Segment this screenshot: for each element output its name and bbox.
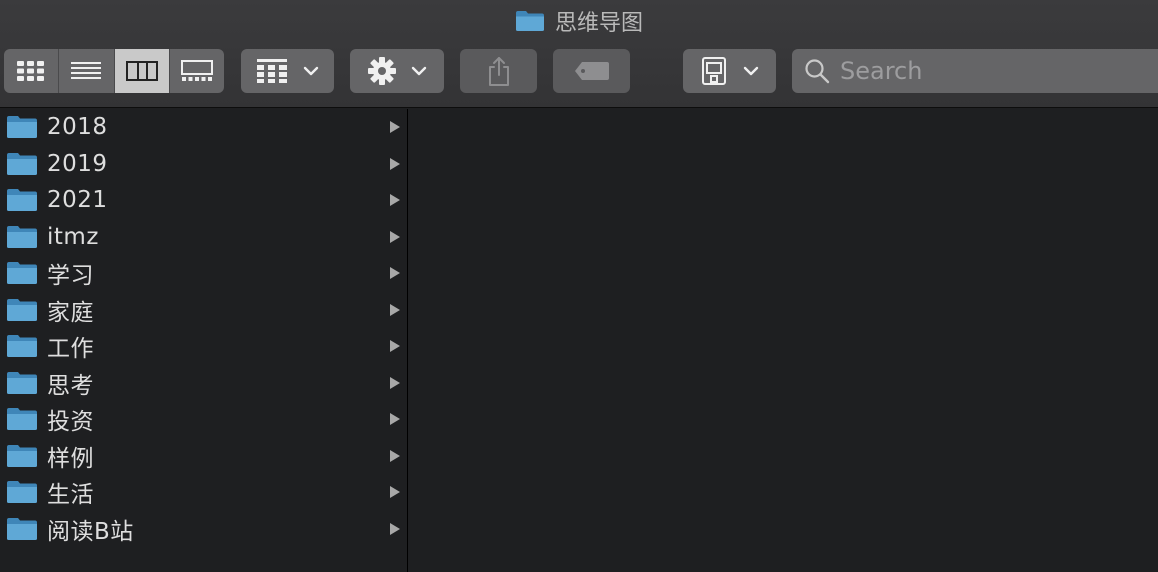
folder-row[interactable]: itmz xyxy=(0,219,407,256)
search-field[interactable] xyxy=(792,49,1158,93)
disclosure-arrow-icon xyxy=(390,340,400,353)
tag-icon xyxy=(574,62,609,80)
disclosure-arrow-icon xyxy=(390,230,400,243)
action-button[interactable] xyxy=(350,49,444,93)
folder-icon xyxy=(7,152,37,175)
folder-icon xyxy=(7,225,37,248)
folder-icon xyxy=(7,371,37,394)
folder-row[interactable]: 生活 xyxy=(0,474,407,511)
column-browser: 2018 2019 2021 itmz 学习家庭工作思考投资样例生活阅读B站 xyxy=(0,109,1158,572)
disclosure-arrow-icon xyxy=(390,413,400,426)
folder-name: 思考 xyxy=(47,372,94,399)
chevron-down-icon xyxy=(411,66,427,76)
folder-row[interactable]: 2021 xyxy=(0,182,407,219)
finder-window: 思维导图 Search 2018 2019 2021 itmz 学习 家庭 工作… xyxy=(0,0,1158,572)
folder-icon xyxy=(7,335,37,358)
folder-icon xyxy=(7,298,37,321)
share-icon xyxy=(488,57,509,86)
disclosure-arrow-icon xyxy=(390,267,400,280)
empty-preview-column xyxy=(408,109,1158,572)
window-title-text: 思维导图 xyxy=(554,11,643,36)
search-input[interactable] xyxy=(840,57,1140,85)
toolbar: 思维导图 xyxy=(0,0,1158,108)
search-icon xyxy=(805,59,830,84)
folder-name: 样例 xyxy=(47,445,94,472)
folder-name: itmz xyxy=(47,223,99,250)
chevron-down-icon xyxy=(303,66,318,76)
disclosure-arrow-icon xyxy=(390,522,400,535)
folder-row[interactable]: 学习 xyxy=(0,255,407,292)
folder-name: 工作 xyxy=(47,336,94,363)
group-grid-icon xyxy=(256,59,287,83)
folder-name: 阅读B站 xyxy=(47,518,134,545)
gallery-view-button[interactable] xyxy=(170,49,224,93)
folder-icon xyxy=(7,408,37,431)
icon-view-button[interactable] xyxy=(4,49,60,93)
disclosure-arrow-icon xyxy=(390,121,400,134)
window-title: 思维导图 xyxy=(0,4,1158,38)
folder-icon xyxy=(7,116,37,139)
share-button[interactable] xyxy=(460,49,537,93)
folder-icon xyxy=(7,262,37,285)
disclosure-arrow-icon xyxy=(390,303,400,316)
column-view-icon xyxy=(125,61,158,81)
folder-icon xyxy=(7,444,37,467)
folder-icon xyxy=(7,189,37,212)
view-mode-control[interactable] xyxy=(4,49,224,93)
folder-name: 2021 xyxy=(47,187,108,214)
folder-icon xyxy=(7,517,37,540)
folder-name: 生活 xyxy=(47,482,94,509)
chevron-down-icon xyxy=(743,66,758,76)
folder-name: 投资 xyxy=(47,409,94,436)
folder-name: 2018 xyxy=(47,114,108,141)
disclosure-arrow-icon xyxy=(390,157,400,170)
folder-name: 2019 xyxy=(47,150,108,177)
disclosure-arrow-icon xyxy=(390,486,400,499)
group-button[interactable] xyxy=(241,49,334,93)
ios-device-icon xyxy=(701,57,726,85)
folder-row[interactable]: 家庭 xyxy=(0,292,407,329)
folder-row[interactable]: 投资 xyxy=(0,401,407,438)
folder-name: 学习 xyxy=(47,263,94,290)
folder-row[interactable]: 工作 xyxy=(0,328,407,365)
device-button[interactable] xyxy=(683,49,776,93)
list-view-icon xyxy=(71,62,102,79)
folder-icon xyxy=(7,481,37,504)
column-view-button[interactable] xyxy=(114,49,170,93)
folder-icon xyxy=(515,11,544,31)
icon-view-grid-icon xyxy=(17,61,45,81)
disclosure-arrow-icon xyxy=(390,376,400,389)
folder-row[interactable]: 2019 xyxy=(0,146,407,183)
folder-row[interactable]: 思考 xyxy=(0,365,407,402)
list-view-button[interactable] xyxy=(59,49,115,93)
disclosure-arrow-icon xyxy=(390,194,400,207)
tag-button[interactable] xyxy=(553,49,630,93)
folder-row[interactable]: 样例 xyxy=(0,438,407,475)
disclosure-arrow-icon xyxy=(390,449,400,462)
folder-column: 2018 2019 2021 itmz 学习家庭工作思考投资样例生活阅读B站 xyxy=(0,109,408,572)
gallery-view-icon xyxy=(180,60,213,81)
gear-icon xyxy=(368,57,396,85)
folder-row[interactable]: 2018 xyxy=(0,109,407,146)
folder-row[interactable]: 阅读B站 xyxy=(0,511,407,548)
folder-name: 家庭 xyxy=(47,299,94,326)
